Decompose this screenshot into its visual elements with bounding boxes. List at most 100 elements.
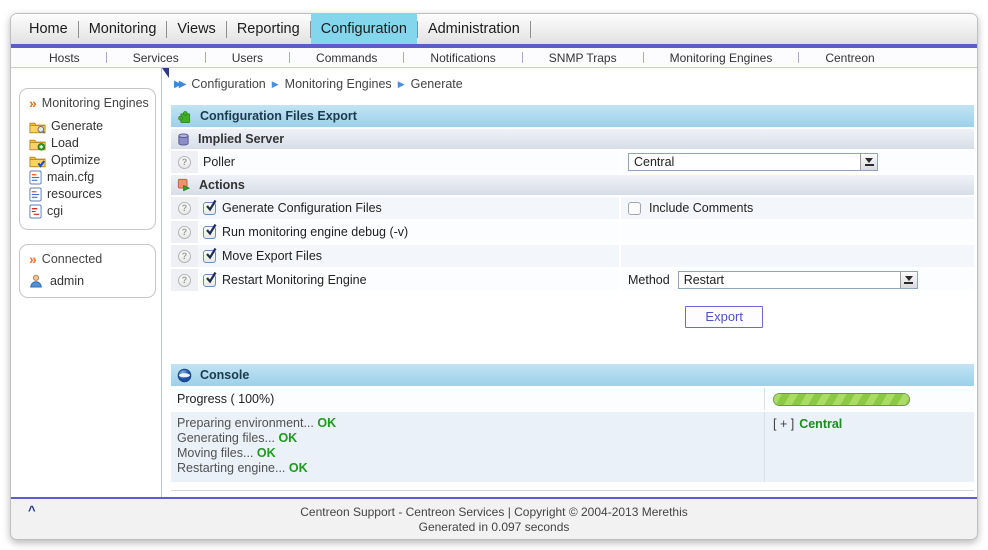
log-line: Restarting engine... OK	[177, 461, 308, 475]
sidebar-item-label: Load	[51, 136, 79, 150]
database-icon	[178, 132, 189, 146]
action-row-debug: ? Run monitoring engine debug (-v)	[171, 221, 974, 243]
action-label: Restart Monitoring Engine	[222, 273, 367, 287]
help-cell: ?	[171, 221, 198, 243]
help-icon[interactable]: ?	[178, 273, 191, 287]
subtab-centreon[interactable]: Centreon	[799, 51, 900, 65]
breadcrumb-configuration[interactable]: Configuration	[191, 77, 265, 91]
console-status-block: Preparing environment... OK Generating f…	[171, 412, 974, 482]
poller-select-value: Central	[634, 155, 675, 169]
export-button-row: Export	[171, 306, 975, 328]
action-row-generate: ? Generate Configuration Files Include C…	[171, 197, 974, 219]
sidebar-item-main-cfg[interactable]: main.cfg	[29, 169, 149, 186]
folder-check-icon	[29, 156, 46, 168]
expand-poller-toggle[interactable]: [ + ]	[773, 417, 794, 431]
help-cell: ?	[171, 197, 198, 219]
footer-generated-time: Generated in 0.097 seconds	[418, 520, 570, 534]
breadcrumb-monitoring-engines[interactable]: Monitoring Engines	[285, 77, 392, 91]
console-poller-name: Central	[799, 417, 843, 431]
connected-user: admin	[29, 274, 149, 288]
subtab-commands[interactable]: Commands	[290, 51, 403, 65]
username-label: admin	[50, 274, 85, 288]
breadcrumb: ▶▶ Configuration ▶ Monitoring Engines ▶ …	[171, 68, 975, 91]
export-button[interactable]: Export	[685, 306, 763, 328]
sidebar-item-label: Optimize	[51, 153, 101, 167]
move-files-checkbox[interactable]	[203, 247, 217, 263]
sidebar-collapse-handle[interactable]	[162, 68, 169, 78]
generate-files-checkbox[interactable]	[203, 199, 217, 215]
sidebar-item-resources[interactable]: resources	[29, 186, 149, 203]
include-comments-label: Include Comments	[649, 201, 754, 215]
subtab-monitoring-engines[interactable]: Monitoring Engines	[644, 51, 799, 65]
sidebar-section-connected: » Connected admin	[19, 244, 156, 298]
help-icon[interactable]: ?	[178, 249, 191, 263]
sidebar-section-title: » Monitoring Engines	[29, 96, 149, 110]
console-header: Console	[171, 364, 974, 386]
actions-icon	[177, 178, 191, 192]
sidebar-item-optimize[interactable]: Optimize	[29, 152, 149, 169]
config-file-icon	[29, 187, 42, 202]
action-row-move: ? Move Export Files	[171, 245, 974, 267]
help-cell: ?	[171, 151, 198, 173]
chevron-icon: »	[29, 251, 37, 267]
poller-label: Poller	[203, 155, 235, 169]
sidebar-item-load[interactable]: Load	[29, 135, 149, 152]
poller-row: ? Poller Central	[171, 151, 974, 173]
poller-select[interactable]: Central	[628, 153, 878, 171]
export-panel-title: Configuration Files Export	[200, 109, 357, 123]
status-ok: OK	[317, 416, 337, 430]
sidebar-section-monitoring-engines: » Monitoring Engines Generate Load Optim…	[19, 88, 156, 230]
tab-home[interactable]: Home	[19, 14, 78, 44]
folder-generate-icon	[29, 122, 46, 134]
help-cell: ?	[171, 245, 198, 267]
folder-add-icon	[29, 139, 46, 151]
subtab-hosts[interactable]: Hosts	[23, 51, 106, 65]
tab-reporting[interactable]: Reporting	[227, 14, 310, 44]
subtab-notifications[interactable]: Notifications	[404, 51, 521, 65]
connected-title-text: Connected	[41, 252, 103, 266]
connected-title: » Connected	[29, 252, 149, 266]
console-panel: Console Progress ( 100%) Preparing envir…	[171, 364, 974, 491]
config-file-icon	[29, 170, 42, 185]
dropdown-arrow-icon	[860, 154, 877, 170]
method-select-value: Restart	[683, 273, 724, 287]
breadcrumb-generate[interactable]: Generate	[411, 77, 463, 91]
sub-menu: Hosts Services Users Commands Notificati…	[11, 48, 977, 68]
sidebar-item-label: resources	[47, 187, 102, 201]
console-title: Console	[200, 368, 250, 382]
subtab-services[interactable]: Services	[107, 51, 205, 65]
progress-row: Progress ( 100%)	[171, 388, 974, 410]
footer: ^ Centreon Support - Centreon Services |…	[11, 499, 977, 539]
implied-server-title: Implied Server	[198, 132, 285, 146]
log-line: Generating files... OK	[177, 431, 298, 445]
method-select[interactable]: Restart	[677, 271, 918, 289]
run-debug-checkbox[interactable]	[203, 223, 217, 239]
tab-administration[interactable]: Administration	[418, 14, 530, 44]
log-line: Moving files... OK	[177, 446, 276, 460]
subtab-snmp-traps[interactable]: SNMP Traps	[523, 51, 643, 65]
help-icon[interactable]: ?	[178, 155, 191, 169]
restart-engine-checkbox[interactable]	[203, 271, 217, 287]
tab-views[interactable]: Views	[167, 14, 225, 44]
sidebar: » Monitoring Engines Generate Load Optim…	[11, 68, 161, 497]
tab-configuration[interactable]: Configuration	[310, 14, 417, 44]
action-label: Run monitoring engine debug (-v)	[222, 225, 409, 239]
tab-monitoring[interactable]: Monitoring	[79, 14, 167, 44]
scroll-top-caret[interactable]: ^	[28, 503, 36, 518]
action-row-restart: ? Restart Monitoring Engine Method Resta…	[171, 269, 974, 291]
help-icon[interactable]: ?	[178, 225, 191, 239]
status-ok: OK	[288, 461, 308, 475]
help-icon[interactable]: ?	[178, 201, 191, 215]
include-comments-checkbox[interactable]	[628, 201, 641, 215]
status-ok: OK	[278, 431, 298, 445]
subtab-users[interactable]: Users	[206, 51, 289, 65]
chevron-icon: »	[29, 95, 37, 111]
sidebar-item-generate[interactable]: Generate	[29, 118, 149, 135]
help-cell: ?	[171, 269, 198, 291]
main-menu: Home Monitoring Views Reporting Configur…	[11, 14, 977, 44]
action-label: Generate Configuration Files	[222, 201, 382, 215]
console-log: Preparing environment... OK Generating f…	[171, 412, 764, 482]
sidebar-item-label: main.cfg	[47, 170, 95, 184]
main-content: ▶▶ Configuration ▶ Monitoring Engines ▶ …	[161, 68, 977, 497]
sidebar-item-cgi[interactable]: cgi	[29, 203, 149, 220]
